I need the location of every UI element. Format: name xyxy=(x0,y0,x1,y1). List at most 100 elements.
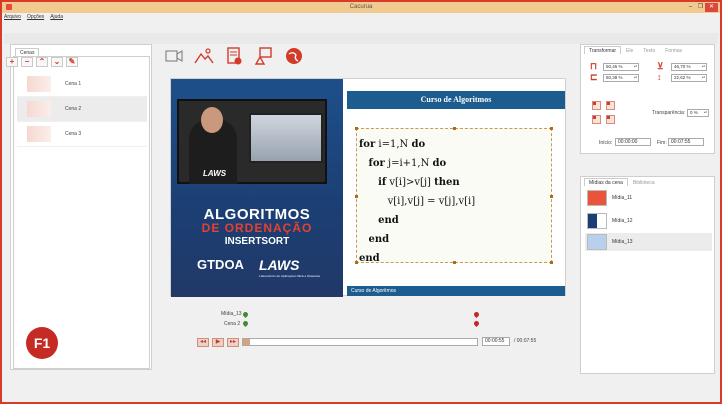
resize-handle[interactable] xyxy=(355,195,358,198)
add-scene-button[interactable]: + xyxy=(6,57,18,67)
scene-item-2[interactable]: Cena 2 xyxy=(17,97,147,122)
align-top-right-button[interactable] xyxy=(606,101,615,110)
shapes-icon[interactable] xyxy=(254,46,274,66)
presenter-head xyxy=(201,107,223,133)
slide-cover-panel: LAWS ALGORITMOS DE ORDENAÇÃO INSERTSORT … xyxy=(171,79,343,297)
resize-handle[interactable] xyxy=(355,261,358,264)
minimize-button[interactable]: – xyxy=(686,3,695,12)
align-bottom-left-button[interactable] xyxy=(592,115,601,124)
start-time-field[interactable]: 00:00:00 xyxy=(615,138,651,146)
edit-scene-button[interactable]: ✎ xyxy=(66,57,78,67)
video-icon[interactable] xyxy=(164,46,184,66)
image-icon[interactable] xyxy=(194,46,214,66)
tab-biblioteca[interactable]: Biblioteca xyxy=(628,178,660,186)
scene-thumbnail xyxy=(27,76,51,92)
timeline-track-label: Mídia_13 xyxy=(221,311,242,317)
code-line: end xyxy=(368,234,390,245)
scene-label: Cena 1 xyxy=(65,81,82,87)
document-icon[interactable] xyxy=(224,46,244,66)
media-item-13[interactable]: Mídia_13 xyxy=(585,233,712,251)
resize-handle[interactable] xyxy=(453,127,456,130)
menu-arquivo[interactable]: Arquivo xyxy=(4,14,21,22)
slide-title-line-2: DE ORDENAÇÃO xyxy=(201,221,313,235)
media-toolbar xyxy=(160,44,574,70)
tab-cenas[interactable]: Cenas xyxy=(15,48,40,56)
align-bottom-right-button[interactable] xyxy=(606,115,615,124)
image-thumbnail-icon xyxy=(587,190,607,206)
scene-label: Cena 2 xyxy=(65,106,82,112)
tab-formas[interactable]: Formas xyxy=(660,46,687,54)
code-block: for i=1,N do for j=i+1,N do if v[i]>v[j]… xyxy=(359,135,475,268)
resize-handle[interactable] xyxy=(550,127,553,130)
current-time-field[interactable]: 00:00:55 xyxy=(482,337,510,346)
course-header: Curso de Algoritmos xyxy=(347,91,565,109)
playback-progress-bar[interactable] xyxy=(242,338,478,346)
y-position-field[interactable]: 22,62 % xyxy=(671,74,707,82)
close-button[interactable]: ✕ xyxy=(705,3,718,12)
end-label: Fim: xyxy=(657,140,667,146)
menu-opcoes[interactable]: Opções xyxy=(27,14,44,22)
menu-bar: Arquivo Opções Ajuda xyxy=(4,14,63,22)
tab-midias-da-cena[interactable]: Mídias da cena xyxy=(584,178,628,186)
resize-handle[interactable] xyxy=(550,195,553,198)
rewind-button[interactable]: ◂◂ xyxy=(197,338,209,347)
width-icon: ⊓ xyxy=(590,61,598,71)
scene-toolbar: + − ⌃ ⌄ ✎ xyxy=(6,57,78,67)
media-item-12[interactable]: Mídia_12 xyxy=(585,212,712,230)
slide-title-line-3: INSERTSORT xyxy=(224,236,290,247)
forward-button[interactable]: ▸▸ xyxy=(227,338,239,347)
resize-handle[interactable] xyxy=(355,127,358,130)
slide-thumbnail-icon xyxy=(587,213,607,229)
code-line: end xyxy=(378,215,399,226)
transparency-field[interactable]: 0 % xyxy=(687,109,709,117)
scene-label: Cena 3 xyxy=(65,131,82,137)
align-top-left-button[interactable] xyxy=(592,101,601,110)
tab-ele[interactable]: Ele xyxy=(621,46,638,54)
f1-badge: F1 xyxy=(26,327,58,359)
panel-header-strip xyxy=(4,33,718,44)
slide-content-panel: Curso de Algoritmos for i=1,N do for j=i… xyxy=(343,79,565,297)
transparency-label: Transparência: xyxy=(652,110,686,116)
gtdoa-logo: GTDOA xyxy=(197,257,244,272)
scene-item-3[interactable]: Cena 3 xyxy=(17,122,147,147)
height-icon: ⊏ xyxy=(590,72,598,82)
scene-list: Cena 1 Cena 2 Cena 3 xyxy=(17,72,147,147)
media-tabs: Mídias da cena Biblioteca xyxy=(584,178,660,186)
properties-tabs: Transformar Ele Texto Formas xyxy=(584,46,687,54)
laws-logo: LAWS xyxy=(259,257,300,273)
y-position-icon: ↕ xyxy=(657,72,662,82)
scene-item-1[interactable]: Cena 1 xyxy=(17,72,147,97)
code-textbox[interactable]: for i=1,N do for j=i+1,N do if v[i]>v[j]… xyxy=(355,127,553,264)
tab-texto[interactable]: Texto xyxy=(638,46,660,54)
height-field[interactable]: 60,38 % xyxy=(603,74,639,82)
x-position-field[interactable]: 46,70 % xyxy=(671,63,707,71)
properties-panel: Transformar Ele Texto Formas ⊓ 50,45 % ⊏… xyxy=(580,44,715,154)
media-item-11[interactable]: Mídia_11 xyxy=(585,189,712,207)
move-scene-up-button[interactable]: ⌃ xyxy=(36,57,48,67)
tab-transformar[interactable]: Transformar xyxy=(584,46,622,54)
menu-ajuda[interactable]: Ajuda xyxy=(50,14,63,22)
width-field[interactable]: 50,45 % xyxy=(603,63,639,71)
play-button[interactable]: ▶ xyxy=(212,338,224,347)
course-footer: Curso de Algoritmos xyxy=(347,286,565,296)
web-icon[interactable] xyxy=(284,46,304,66)
progress-fill xyxy=(243,339,251,345)
media-label: Mídia_13 xyxy=(612,239,633,245)
resize-handle[interactable] xyxy=(550,261,553,264)
video-frame[interactable]: LAWS xyxy=(177,99,327,184)
video-logo: LAWS xyxy=(203,169,227,178)
scene-thumbnail xyxy=(27,126,51,142)
laws-caption: Laboratório de Aplicações Web e Sistemas xyxy=(259,274,321,278)
end-time-field[interactable]: 00:07:55 xyxy=(668,138,704,146)
window-title: Cacurua xyxy=(349,4,373,10)
media-label: Mídia_12 xyxy=(612,218,633,224)
slide-logos: GTDOA LAWS Laboratório de Aplicações Web… xyxy=(197,257,320,278)
code-line: end xyxy=(359,253,380,264)
code-line: for i=1,N do xyxy=(359,139,426,150)
maximize-button[interactable]: ❐ xyxy=(696,3,705,12)
scene-thumbnail xyxy=(27,101,51,117)
slide-preview[interactable]: LAWS ALGORITMOS DE ORDENAÇÃO INSERTSORT … xyxy=(170,78,566,297)
move-scene-down-button[interactable]: ⌄ xyxy=(51,57,63,67)
media-panel: Mídias da cena Biblioteca Mídia_11 Mídia… xyxy=(580,176,715,374)
remove-scene-button[interactable]: − xyxy=(21,57,33,67)
